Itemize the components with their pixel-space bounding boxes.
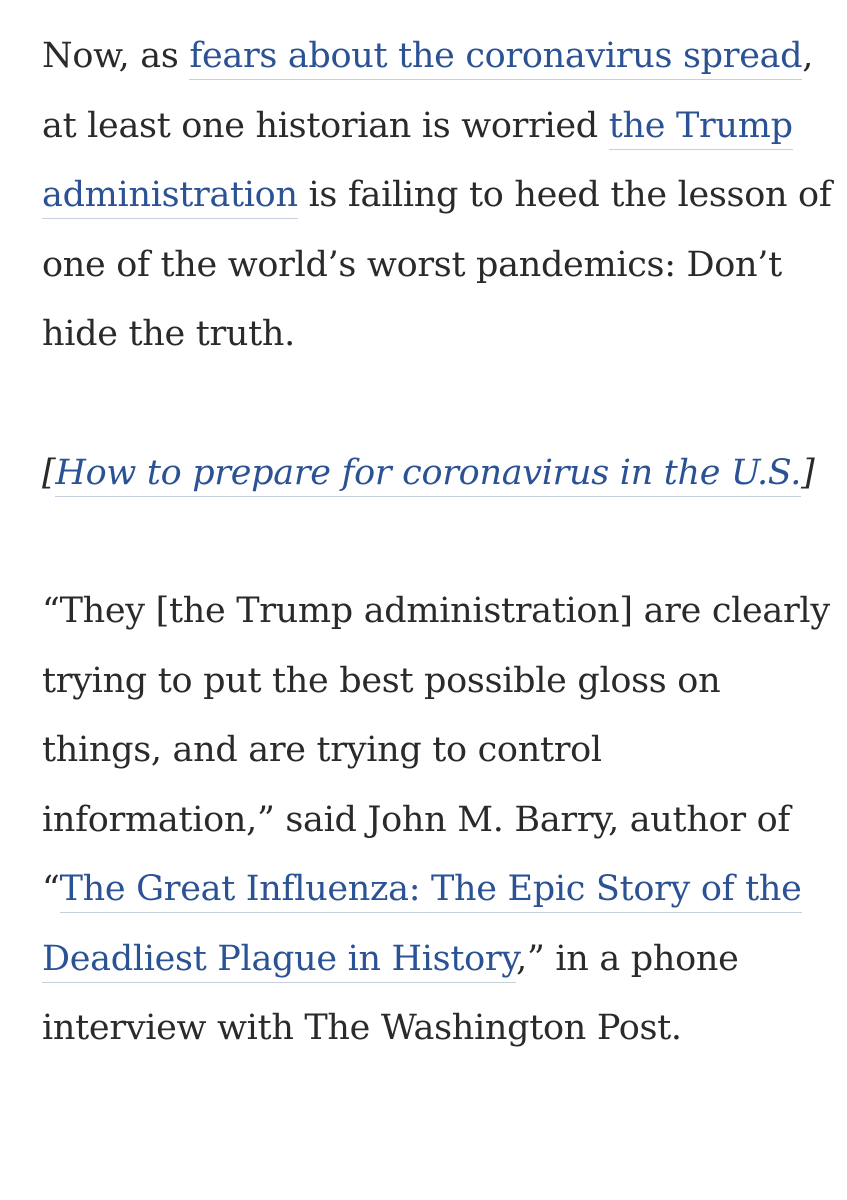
- paragraph-text: Now, as: [42, 36, 190, 76]
- bracket-open: [: [42, 452, 56, 493]
- article-body: Now, as fears about the coronavirus spre…: [42, 22, 832, 1064]
- link-how-to-prepare[interactable]: How to prepare for coronavirus in the U.…: [55, 452, 801, 497]
- paragraph-text: “They [the Trump administration] are cle…: [42, 591, 830, 909]
- bracket-close: ]: [801, 452, 815, 493]
- related-link-paragraph: [How to prepare for coronavirus in the U…: [42, 439, 832, 509]
- paragraph-intro: Now, as fears about the coronavirus spre…: [42, 22, 832, 370]
- paragraph-quote: “They [the Trump administration] are cle…: [42, 577, 832, 1064]
- link-coronavirus-fears[interactable]: fears about the coronavirus spread: [189, 36, 803, 80]
